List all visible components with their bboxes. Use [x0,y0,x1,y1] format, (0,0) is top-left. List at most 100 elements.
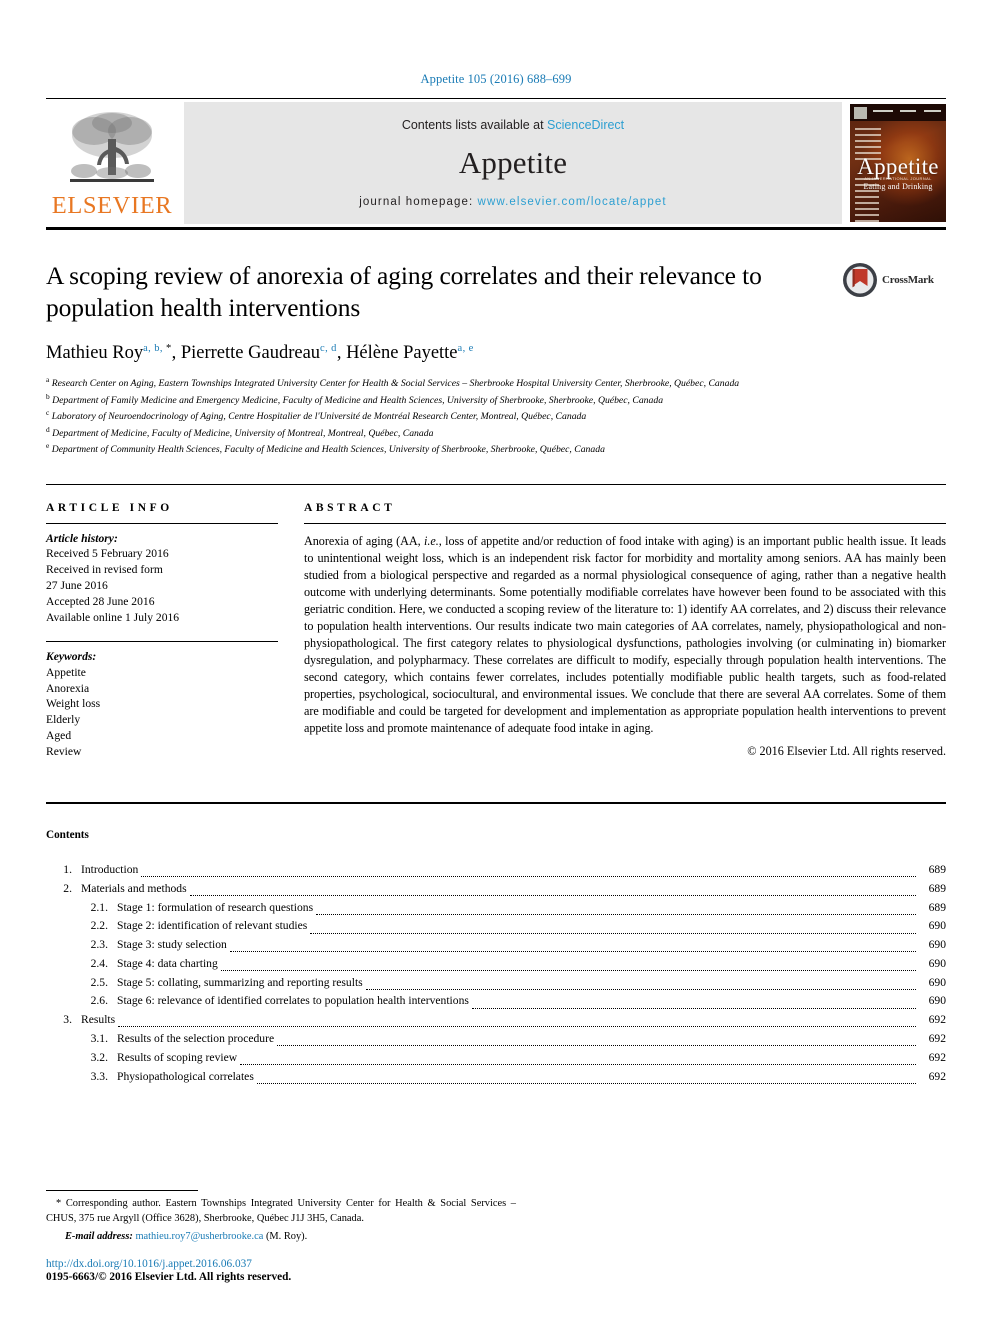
masthead-bottom-rule [46,227,946,230]
keyword-item: Aged [46,729,72,743]
footnote-rule [46,1190,198,1192]
toc-number: 2. [63,881,72,895]
toc-entry[interactable]: 2.4. Stage 4: data charting 690 [46,955,946,974]
corresponding-author-text: Corresponding author. Eastern Townships … [46,1198,516,1225]
journal-article-page: Appetite 105 (2016) 688–699 ELSEVIER Con… [0,0,992,1323]
author-separator: , [171,342,181,363]
email-label: E-mail address: [65,1231,133,1242]
toc-label: Stage 1: formulation of research questio… [117,900,314,914]
email-link[interactable]: mathieu.roy7@usherbrooke.ca [135,1231,263,1242]
crossmark-badge[interactable]: CrossMark [842,262,946,298]
author-list: Mathieu Roya, b, *, Pierrette Gaudreauc,… [46,343,826,364]
history-line: Received in revised form [46,563,163,577]
toc-number: 3.2. [90,1050,108,1064]
toc-label: Stage 5: collating, summarizing and repo… [117,975,363,989]
toc-leader [365,988,916,990]
page-title: A scoping review of anorexia of aging co… [46,261,762,322]
affiliation-mark: a [46,374,50,384]
toc-label: Introduction [81,862,139,876]
toc-entry[interactable]: 3. Results 692 [46,1011,946,1030]
toc-number: 2.1. [90,900,108,914]
keyword-item: Appetite [46,665,86,679]
toc-entry[interactable]: 2.3. Stage 3: study selection 690 [46,936,946,955]
toc-leader [316,913,916,915]
toc-number: 2.5. [90,975,108,989]
contents-available-prefix: Contents lists available at [401,118,548,132]
affiliation-mark: e [46,441,50,451]
elsevier-wordmark: ELSEVIER [51,191,173,219]
article-info-top-rule [46,483,946,485]
journal-masthead: ELSEVIER Contents lists available at Sci… [46,98,946,230]
affiliation-mark: d [46,424,50,434]
toc-entry[interactable]: 2. Materials and methods 689 [46,880,946,899]
author-name: Hélène Payette [346,342,458,363]
toc-label: Results of scoping review [117,1050,238,1064]
author-affiliation-marks: a, e [457,342,474,354]
toc-number: 2.6. [90,994,108,1008]
abstract-column: ABSTRACT Anorexia of aging (AA, i.e., lo… [304,502,946,760]
affiliation-mark: c [46,408,50,418]
keywords-label: Keywords: [46,649,97,663]
keywords-block: Keywords: Appetite Anorexia Weight loss … [46,640,278,760]
keywords-list: Keywords: Appetite Anorexia Weight loss … [46,649,278,760]
doi-link[interactable]: http://dx.doi.org/10.1016/j.appet.2016.0… [46,1258,516,1270]
author-entry[interactable]: Mathieu Roya, b, * [46,343,172,363]
article-info-heading: ARTICLE INFO [46,501,173,514]
toc-leader [141,876,916,878]
author-entry[interactable]: Hélène Payettea, e [346,343,474,363]
abstract-text: Anorexia of aging (AA, i.e., loss of app… [304,533,946,737]
toc-page: 690 [928,919,946,933]
abstract-heading: ABSTRACT [304,501,396,514]
history-line: 27 June 2016 [46,579,108,593]
journal-cover-thumbnail[interactable]: Appetite AN INTERNATIONAL JOURNAL Eating… [850,102,946,224]
affiliation-text: Research Center on Aging, Eastern Townsh… [51,378,740,390]
affiliation-item: d Department of Medicine, Faculty of Med… [46,425,826,441]
corresponding-email-line: E-mail address: mathieu.roy7@usherbrooke… [46,1231,516,1242]
toc-entry[interactable]: 2.5. Stage 5: collating, summarizing and … [46,974,946,993]
crossmark-label: CrossMark [882,274,934,286]
toc-label: Materials and methods [81,881,187,895]
toc-entry[interactable]: 2.1. Stage 1: formulation of research que… [46,899,946,918]
toc-page: 690 [928,938,946,952]
toc-entry[interactable]: 3.2. Results of scoping review 692 [46,1049,946,1068]
abstract-italic-ie: i.e. [424,533,439,548]
article-info-column: ARTICLE INFO Article history: Received 5… [46,502,304,760]
article-history: Article history: Received 5 February 201… [46,531,278,626]
article-info-heading-rule [46,522,278,524]
affiliation-item: c Laboratory of Neuroendocrinology of Ag… [46,408,826,424]
toc-leader [189,895,916,897]
toc-page: 692 [928,1069,946,1083]
toc-page: 690 [928,975,946,989]
keywords-top-rule [46,640,278,642]
toc-entry[interactable]: 3.1. Results of the selection procedure 69… [46,1030,946,1049]
toc-leader [229,951,916,953]
toc-leader [240,1064,916,1066]
author-entry[interactable]: Pierrette Gaudreauc, d [181,343,337,363]
toc-entry[interactable]: 2.2. Stage 2: identification of relevant … [46,917,946,936]
affiliation-mark: b [46,391,50,401]
keyword-item: Elderly [46,713,81,727]
article-history-label: Article history: [46,531,118,545]
toc-page: 692 [928,1031,946,1045]
sciencedirect-link[interactable]: ScienceDirect [547,118,624,132]
affiliation-item: a Research Center on Aging, Eastern Town… [46,375,826,391]
author-name: Mathieu Roy [46,342,144,363]
issn-copyright-line: 0195-6663/© 2016 Elsevier Ltd. All right… [46,1271,292,1283]
contents-top-rule [46,801,946,804]
toc-entry[interactable]: 2.6. Stage 6: relevance of identified cor… [46,992,946,1011]
toc-page: 692 [928,1050,946,1064]
contents-available-line: Contents lists available at ScienceDirec… [402,118,624,132]
toc-label: Physiopathological correlates [117,1069,254,1083]
homepage-url-link[interactable]: www.elsevier.com/locate/appet [478,196,667,208]
keyword-item: Anorexia [46,681,90,695]
elsevier-logo[interactable]: ELSEVIER [46,102,178,224]
toc-page: 689 [928,862,946,876]
toc-page: 690 [928,994,946,1008]
corresponding-author-note: * Corresponding author. Eastern Township… [46,1197,516,1227]
toc-entry[interactable]: 3.3. Physiopathological correlates 692 [46,1068,946,1087]
abstract-part-2: , loss of appetite and/or reduction of f… [304,533,946,735]
toc-entry[interactable]: 1. Introduction 689 [46,861,946,880]
running-head: Appetite 105 (2016) 688–699 [420,72,572,86]
cover-subtitle: Eating and Drinking [863,182,933,191]
cover-subtitle-small: AN INTERNATIONAL JOURNAL [864,176,932,181]
